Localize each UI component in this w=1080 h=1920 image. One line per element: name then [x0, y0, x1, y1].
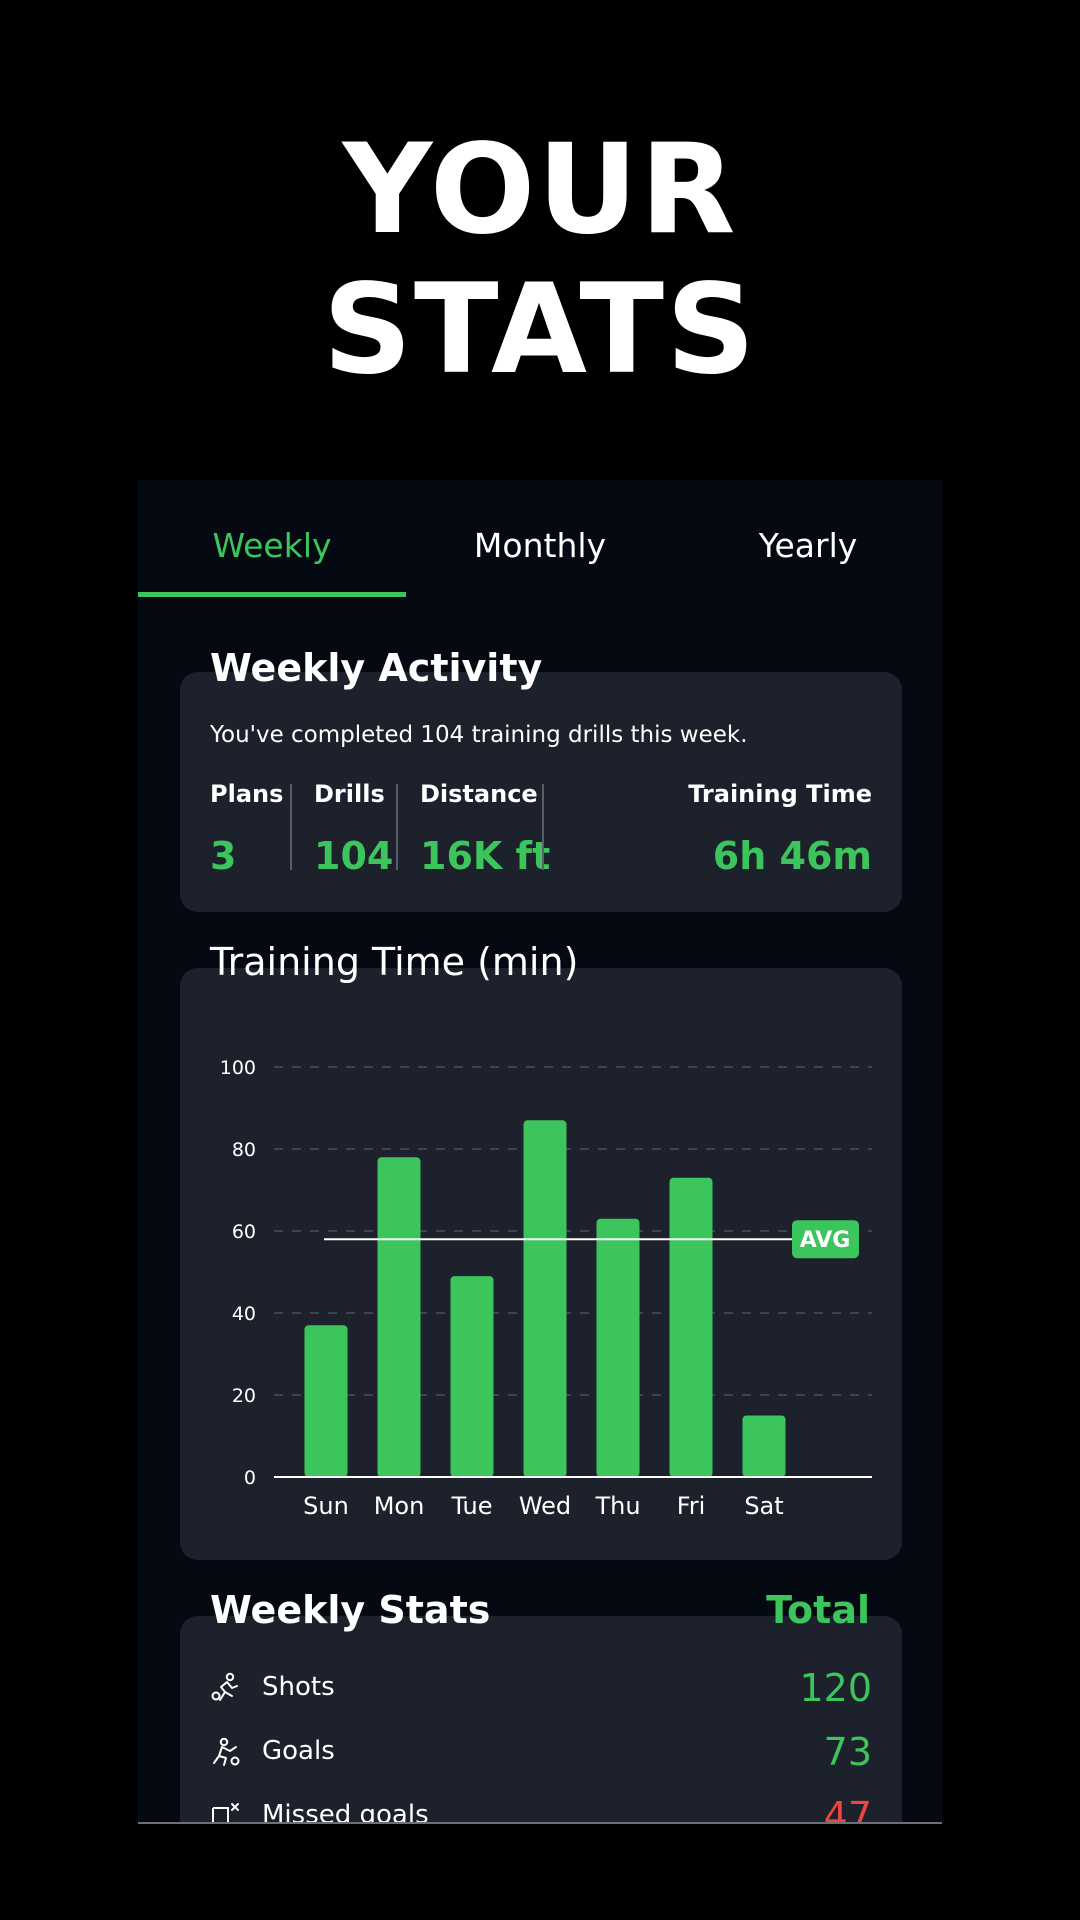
y-tick-label: 40 — [232, 1303, 256, 1325]
stat-divider — [396, 784, 398, 870]
tab-yearly[interactable]: Yearly — [674, 526, 942, 565]
bar-thu — [596, 1218, 640, 1477]
plans-stat: Plans 3 — [210, 780, 283, 878]
plans-value: 3 — [210, 834, 237, 878]
stat-row-goals[interactable]: Goals 73 — [210, 1730, 872, 1780]
bar-fri — [669, 1177, 713, 1477]
training-time-title: Training Time (min) — [210, 940, 579, 984]
stat-row-shots[interactable]: Shots 120 — [210, 1666, 872, 1716]
active-tab-indicator — [138, 592, 406, 597]
missed-goal-icon — [212, 1803, 239, 1822]
stat-label: Goals — [262, 1736, 335, 1766]
x-tick-label: Mon — [374, 1492, 425, 1520]
stat-row-missed-goals[interactable]: Missed goals 47 — [210, 1794, 872, 1824]
avg-label: AVG — [800, 1228, 851, 1253]
plans-label: Plans — [210, 780, 284, 808]
tab-monthly[interactable]: Monthly — [406, 526, 674, 565]
weekly-activity-card: You've completed 104 training drills thi… — [180, 672, 902, 912]
y-tick-label: 0 — [244, 1467, 256, 1489]
y-tick-label: 80 — [232, 1139, 256, 1161]
stat-value: 120 — [799, 1666, 872, 1710]
y-tick-label: 100 — [220, 1057, 256, 1079]
x-tick-label: Wed — [519, 1492, 571, 1520]
weekly-stats-card: Shots 120 Goals 73 Missed goals 47 — [180, 1616, 902, 1824]
total-label: Total — [766, 1588, 870, 1632]
bar-tue — [450, 1276, 494, 1477]
kicking-player-icon — [211, 1672, 238, 1701]
activity-summary: You've completed 104 training drills thi… — [210, 722, 748, 748]
weekly-activity-title: Weekly Activity — [210, 646, 543, 690]
bar-sun — [304, 1325, 348, 1477]
x-tick-label: Fri — [677, 1492, 706, 1520]
y-tick-label: 60 — [232, 1221, 256, 1243]
y-tick-label: 20 — [232, 1385, 256, 1407]
training-time-chart: 0 20 40 60 80 100 Sun Mon Tue Wed Thu Fri Sat AVG — [220, 1057, 872, 1520]
bar-mon — [377, 1157, 421, 1477]
training-time-stat: Training Time 6h 46m — [688, 780, 872, 878]
stat-value: 47 — [823, 1794, 872, 1824]
training-time-label: Training Time — [688, 780, 872, 808]
stat-divider — [542, 784, 544, 870]
stat-label: Missed goals — [262, 1800, 429, 1824]
app-screen: Weekly Monthly Yearly Weekly Activity Yo… — [138, 480, 942, 1824]
stat-value: 73 — [823, 1730, 872, 1774]
scoring-player-icon — [213, 1737, 240, 1766]
weekly-stats-title: Weekly Stats — [210, 1588, 491, 1632]
drills-stat: Drills 104 — [314, 780, 393, 878]
training-time-value: 6h 46m — [712, 834, 872, 878]
hero-title: YOUR STATS — [0, 120, 1080, 400]
x-tick-label: Thu — [594, 1492, 640, 1520]
bar-sat — [742, 1415, 786, 1477]
hero-line-2: STATS — [322, 258, 758, 402]
drills-label: Drills — [314, 780, 385, 808]
stat-label: Shots — [262, 1672, 335, 1702]
training-chart-card: 0 20 40 60 80 100 Sun Mon Tue Wed Thu Fri Sat AVG — [180, 968, 902, 1560]
x-tick-label: Sat — [744, 1492, 783, 1520]
hero-line-1: YOUR — [342, 118, 738, 262]
period-tabs: Weekly Monthly Yearly — [138, 480, 942, 598]
x-tick-label: Sun — [303, 1492, 349, 1520]
stat-divider — [290, 784, 292, 870]
bar-wed — [523, 1120, 567, 1477]
x-tick-label: Tue — [451, 1492, 493, 1520]
distance-value: 16K ft — [420, 834, 551, 878]
drills-value: 104 — [314, 834, 394, 878]
distance-stat: Distance 16K ft — [420, 780, 550, 878]
distance-label: Distance — [420, 780, 538, 808]
tab-weekly[interactable]: Weekly — [138, 526, 406, 565]
